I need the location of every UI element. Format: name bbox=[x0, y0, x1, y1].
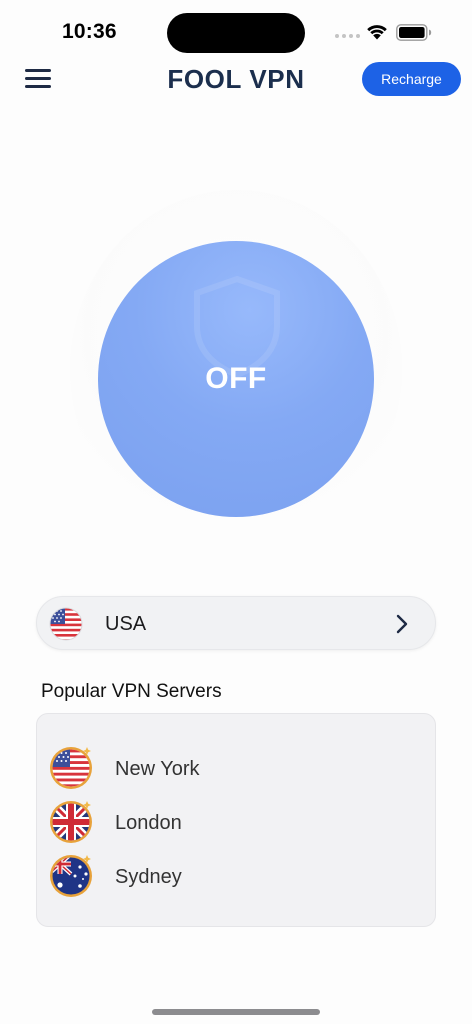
wifi-icon bbox=[367, 25, 387, 40]
cellular-signal-icon bbox=[335, 34, 360, 38]
popular-servers-heading: Popular VPN Servers bbox=[41, 681, 222, 702]
vpn-home-screen: 10:36 FOOL VPN Recharge OFF USA Popular … bbox=[0, 0, 472, 1024]
power-toggle-button[interactable]: OFF bbox=[98, 241, 374, 517]
server-item-london[interactable]: London bbox=[49, 798, 429, 846]
app-header: FOOL VPN Recharge bbox=[0, 56, 472, 102]
status-bar: 10:36 bbox=[0, 0, 472, 60]
server-name: Sydney bbox=[115, 866, 182, 888]
status-time: 10:36 bbox=[62, 20, 117, 43]
home-indicator[interactable] bbox=[152, 1009, 320, 1015]
selected-country-label: USA bbox=[105, 613, 147, 635]
power-state-label: OFF bbox=[205, 362, 267, 395]
server-item-new-york[interactable]: New York bbox=[49, 744, 429, 792]
recharge-button[interactable]: Recharge bbox=[362, 62, 461, 96]
uk-flag-icon bbox=[50, 801, 92, 843]
popular-servers-card: New York London Sydney bbox=[36, 713, 436, 927]
au-flag-icon bbox=[50, 855, 92, 897]
server-name: New York bbox=[115, 758, 200, 780]
us-flag-icon bbox=[49, 607, 83, 641]
us-flag-icon bbox=[50, 747, 92, 789]
server-name: London bbox=[115, 812, 182, 834]
chevron-right-icon bbox=[396, 614, 408, 634]
dynamic-island bbox=[167, 13, 305, 53]
battery-icon bbox=[396, 24, 432, 41]
location-selector[interactable]: USA bbox=[36, 596, 436, 650]
server-item-sydney[interactable]: Sydney bbox=[49, 852, 429, 900]
